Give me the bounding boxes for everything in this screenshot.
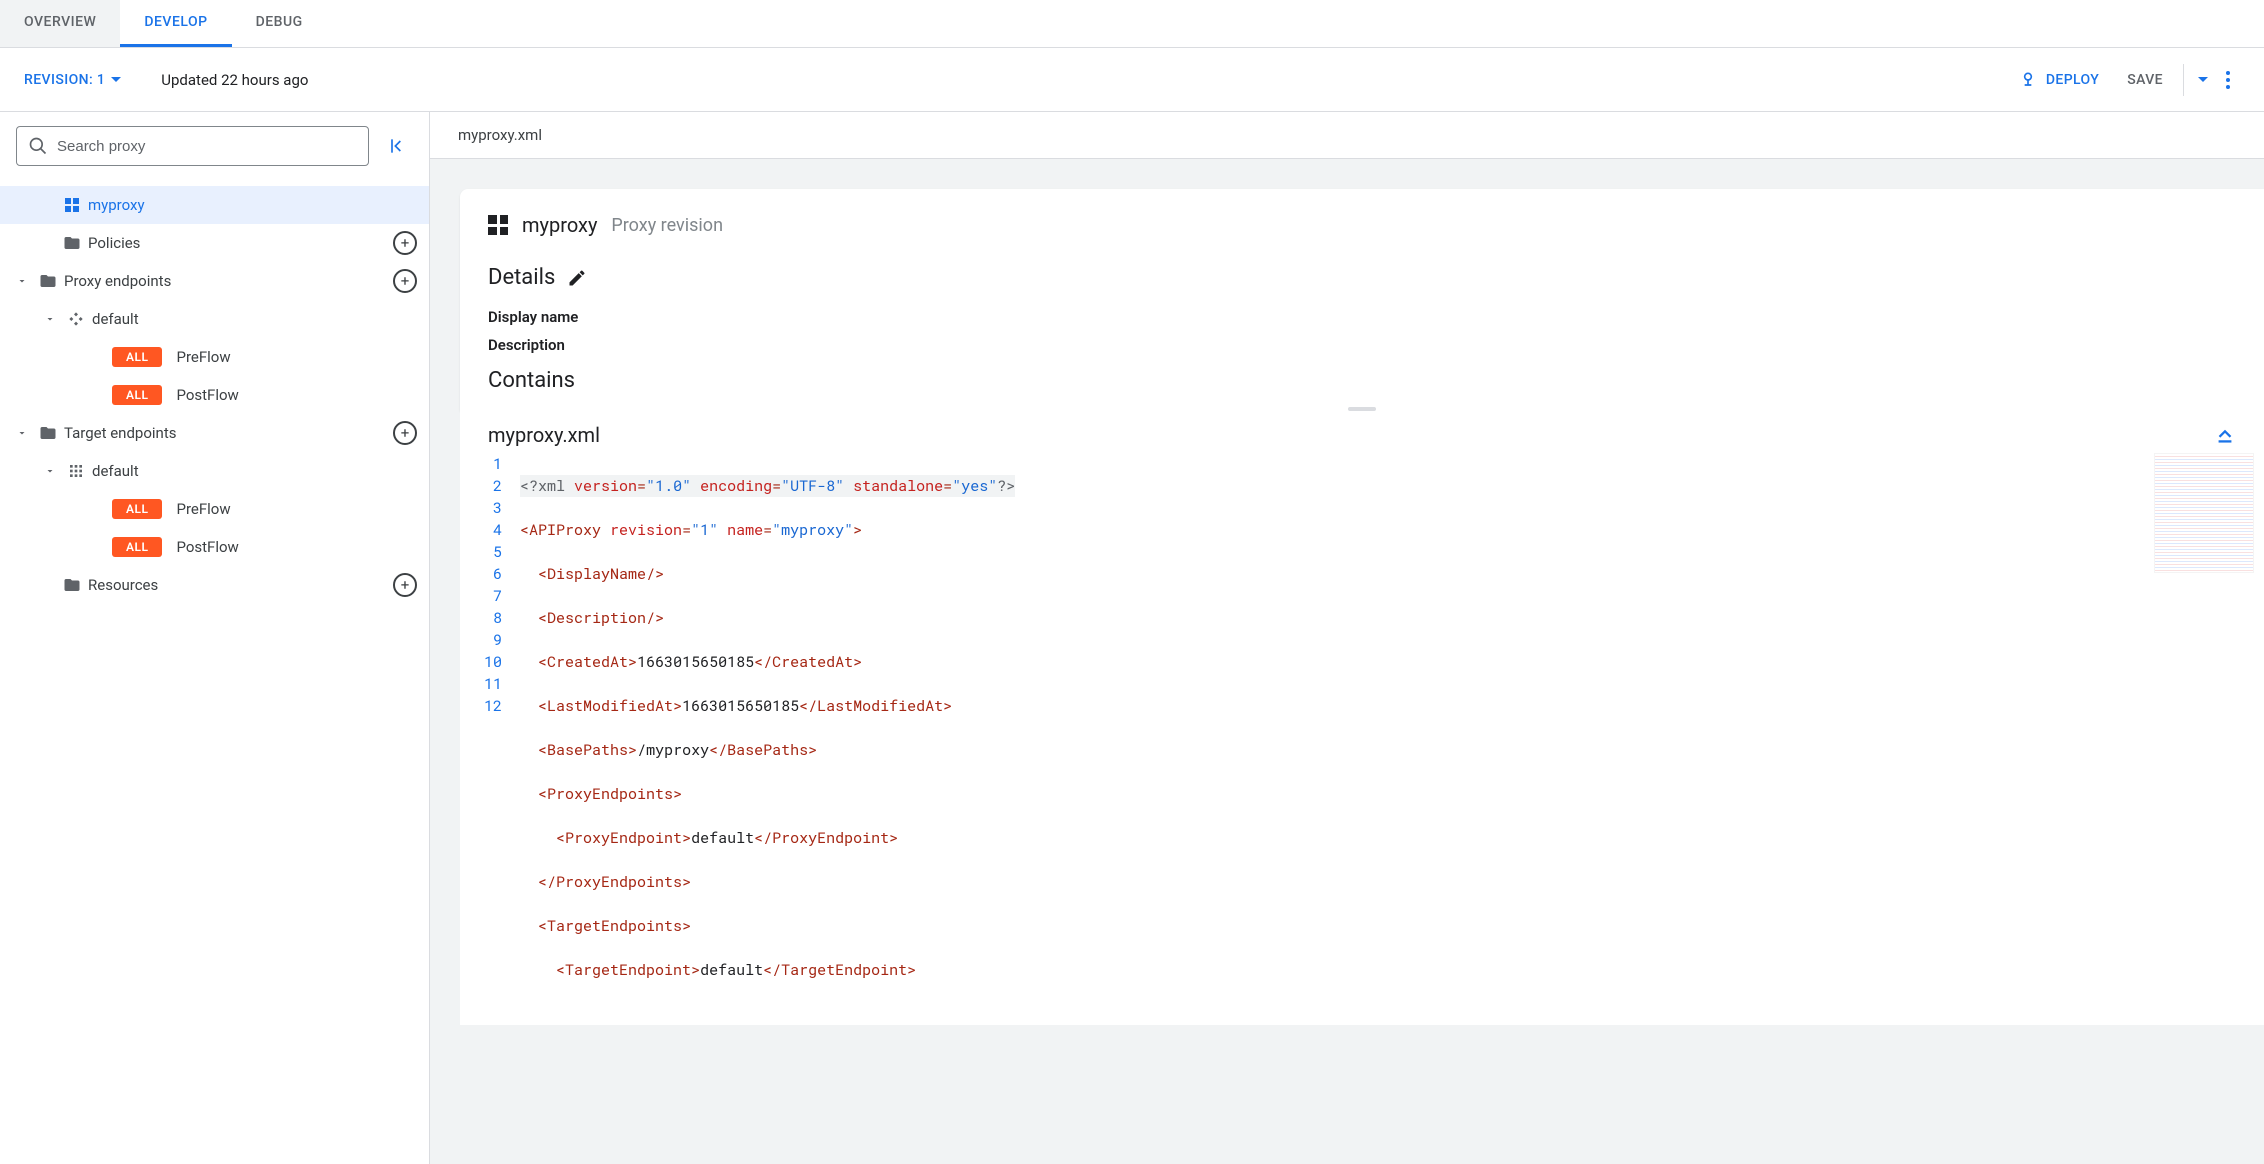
deploy-label: DEPLOY — [2046, 72, 2099, 88]
add-policy-button[interactable]: + — [393, 231, 417, 255]
save-button[interactable]: SAVE — [2113, 62, 2177, 98]
code-filename: myproxy.xml — [488, 423, 2214, 447]
tree-item-target-endpoints[interactable]: Target endpoints + — [0, 414, 429, 452]
chevron-down-icon[interactable] — [38, 465, 62, 477]
deploy-icon — [2018, 70, 2038, 90]
code-lines[interactable]: <?xml version="1.0" encoding="UTF-8" sta… — [520, 453, 2264, 1025]
revision-selector[interactable]: REVISION: 1 — [24, 72, 121, 88]
tree-label: Target endpoints — [64, 424, 393, 442]
code-editor[interactable]: 1 2 3 4 5 6 7 8 9 10 11 12 <?xml version… — [460, 453, 2264, 1025]
more-menu-button[interactable] — [2216, 71, 2240, 89]
collapse-sidebar-button[interactable] — [381, 130, 413, 162]
apps-icon — [60, 198, 84, 212]
folder-icon — [36, 272, 60, 290]
contains-heading: Contains — [488, 368, 2236, 393]
all-badge: ALL — [112, 537, 162, 557]
tree-label: default — [92, 462, 417, 480]
save-dropdown-button[interactable] — [2190, 62, 2216, 98]
chevron-down-icon[interactable] — [10, 427, 34, 439]
all-badge: ALL — [112, 499, 162, 519]
revision-bar: REVISION: 1 Updated 22 hours ago DEPLOY … — [0, 48, 2264, 112]
folder-icon — [60, 576, 84, 594]
details-card: myproxy Proxy revision Details Display n… — [460, 189, 2264, 411]
tree-item-target-preflow[interactable]: ALL PreFlow — [0, 490, 429, 528]
chevron-down-icon[interactable] — [10, 275, 34, 287]
chevron-down-icon[interactable] — [38, 313, 62, 325]
tree-item-resources[interactable]: Resources + — [0, 566, 429, 604]
endpoint-icon — [64, 311, 88, 327]
details-heading: Details — [488, 265, 555, 290]
folder-icon — [60, 234, 84, 252]
tree-label: PostFlow — [176, 386, 417, 404]
sidebar: myproxy Policies + Proxy endpoints + — [0, 112, 430, 1164]
apps-icon — [488, 215, 508, 235]
card-title: myproxy — [522, 213, 597, 237]
tree: myproxy Policies + Proxy endpoints + — [0, 180, 429, 604]
updated-text: Updated 22 hours ago — [161, 71, 308, 89]
description-label: Description — [488, 336, 2236, 354]
main: myproxy Policies + Proxy endpoints + — [0, 112, 2264, 1164]
tree-item-target-postflow[interactable]: ALL PostFlow — [0, 528, 429, 566]
tab-debug[interactable]: DEBUG — [232, 0, 327, 47]
tree-item-proxy-default[interactable]: default — [0, 300, 429, 338]
add-resource-button[interactable]: + — [393, 573, 417, 597]
save-label: SAVE — [2127, 72, 2163, 88]
tree-label: Proxy endpoints — [64, 272, 393, 290]
display-name-label: Display name — [488, 308, 2236, 326]
all-badge: ALL — [112, 347, 162, 367]
collapse-code-button[interactable] — [2214, 424, 2236, 446]
tree-item-proxy-postflow[interactable]: ALL PostFlow — [0, 376, 429, 414]
add-proxy-endpoint-button[interactable]: + — [393, 269, 417, 293]
line-gutter: 1 2 3 4 5 6 7 8 9 10 11 12 — [460, 453, 520, 1025]
tab-develop[interactable]: DEVELOP — [120, 0, 231, 47]
content: myproxy.xml myproxy Proxy revision Detai… — [430, 112, 2264, 1164]
tree-item-myproxy[interactable]: myproxy — [0, 186, 429, 224]
top-tabs: OVERVIEW DEVELOP DEBUG — [0, 0, 2264, 48]
search-input[interactable] — [16, 126, 369, 166]
tree-label: Resources — [88, 576, 393, 594]
tree-label: default — [92, 310, 417, 328]
tree-label: PreFlow — [176, 348, 417, 366]
tree-item-policies[interactable]: Policies + — [0, 224, 429, 262]
code-header: myproxy.xml — [460, 411, 2264, 453]
all-badge: ALL — [112, 385, 162, 405]
tree-label: PreFlow — [176, 500, 417, 518]
tree-item-proxy-endpoints[interactable]: Proxy endpoints + — [0, 262, 429, 300]
tree-label: Policies — [88, 234, 393, 252]
grid-icon — [64, 463, 88, 479]
folder-icon — [36, 424, 60, 442]
card-subtitle: Proxy revision — [611, 215, 723, 236]
revision-label: REVISION: 1 — [24, 72, 105, 88]
tree-item-proxy-preflow[interactable]: ALL PreFlow — [0, 338, 429, 376]
add-target-endpoint-button[interactable]: + — [393, 421, 417, 445]
chevron-down-icon — [111, 77, 121, 82]
tree-label: myproxy — [88, 196, 417, 214]
tree-label: PostFlow — [176, 538, 417, 556]
breadcrumb-file: myproxy.xml — [430, 112, 2264, 159]
chevron-down-icon — [2198, 77, 2208, 82]
edit-icon[interactable] — [567, 268, 587, 288]
tab-overview[interactable]: OVERVIEW — [0, 0, 120, 47]
divider — [2183, 64, 2184, 96]
deploy-button[interactable]: DEPLOY — [2004, 62, 2113, 98]
search-icon — [28, 136, 48, 156]
tree-item-target-default[interactable]: default — [0, 452, 429, 490]
